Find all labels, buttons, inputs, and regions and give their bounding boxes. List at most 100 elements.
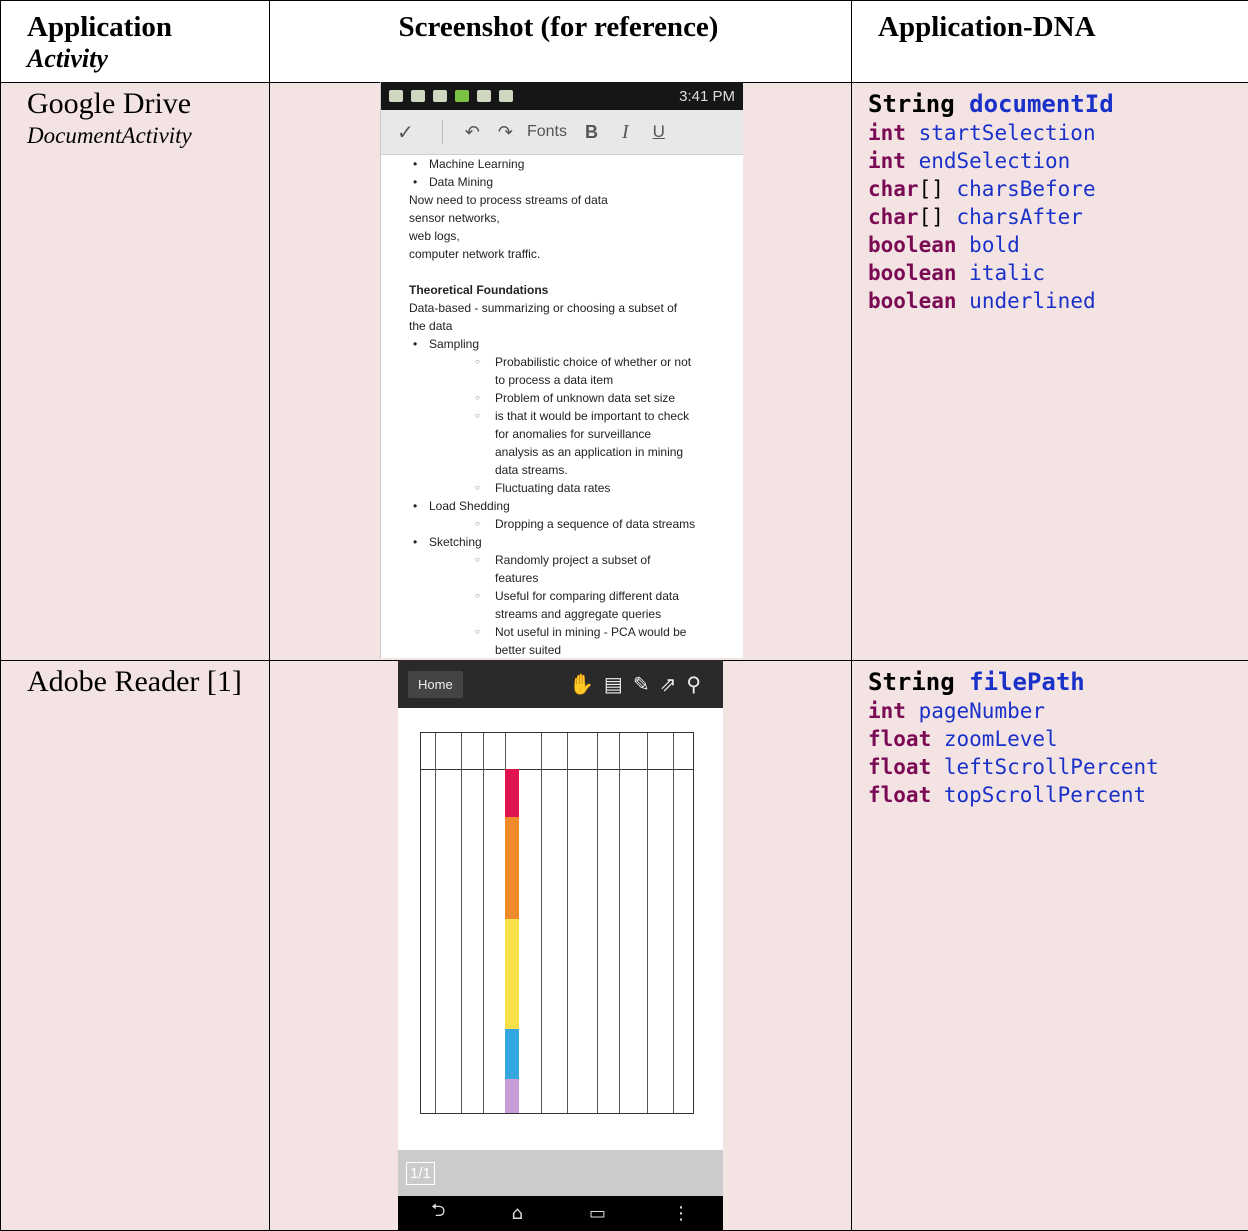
- dna-field-name: zoomLevel: [944, 727, 1058, 751]
- dna-field-suffix: [957, 289, 970, 313]
- header-application-title: Application: [27, 11, 172, 43]
- dna-cell: String documentIdint startSelectionint e…: [852, 83, 1248, 661]
- document-line: analysis as an application in mining: [409, 443, 743, 461]
- home-icon[interactable]: ⌂: [511, 1203, 522, 1224]
- dna-field-name: topScrollPercent: [944, 783, 1146, 807]
- document-line: web logs,: [409, 227, 743, 245]
- redo-icon[interactable]: ↷: [498, 122, 513, 143]
- document-line: Theoretical Foundations: [409, 281, 743, 299]
- document-line: streams and aggregate queries: [409, 605, 743, 623]
- dna-cell: String filePathint pageNumberfloat zoomL…: [852, 661, 1248, 1231]
- dna-list: String documentIdint startSelectionint e…: [852, 83, 1248, 315]
- dna-field: float zoomLevel: [868, 725, 1248, 753]
- italic-icon[interactable]: I: [622, 121, 629, 144]
- dna-field-type: boolean: [868, 289, 957, 313]
- dna-field-type: int: [868, 699, 906, 723]
- dna-field-type: boolean: [868, 261, 957, 285]
- google-drive-screenshot: 3:41 PM ✓ ↶ ↷ Fonts B I U Machine Learni…: [380, 82, 743, 658]
- status-bar: 3:41 PM: [381, 82, 743, 110]
- divider: [442, 120, 443, 144]
- dna-field: char[] charsBefore: [868, 175, 1248, 203]
- bag-icon: [499, 90, 513, 102]
- home-button[interactable]: Home: [408, 671, 463, 698]
- check-icon[interactable]: ✓: [397, 120, 414, 145]
- dna-head-id: documentId: [969, 90, 1114, 118]
- dna-field: float topScrollPercent: [868, 781, 1248, 809]
- dna-field-type: int: [868, 149, 906, 173]
- dna-field-type: int: [868, 121, 906, 145]
- silt-band: [505, 1029, 519, 1079]
- bold-icon[interactable]: B: [585, 122, 598, 143]
- header-screenshot: Screenshot (for reference): [270, 1, 852, 83]
- reading-mode-icon[interactable]: ▤: [604, 674, 633, 696]
- menu-icon[interactable]: ⋮: [672, 1203, 690, 1224]
- recents-icon[interactable]: ▭: [589, 1203, 606, 1224]
- document-line: Probabilistic choice of whether or not: [409, 353, 743, 371]
- header-application: Application Activity: [1, 1, 270, 83]
- document-body[interactable]: Machine LearningData MiningNow need to p…: [381, 155, 743, 658]
- reader-action-bar: Home ✋▤✎⇗⚲: [398, 660, 723, 708]
- dna-field-type: char: [868, 177, 919, 201]
- dna-field-name: startSelection: [919, 121, 1096, 145]
- clock: 3:41 PM: [679, 88, 735, 105]
- document-line: Data Mining: [409, 173, 743, 191]
- dna-field-name: leftScrollPercent: [944, 755, 1159, 779]
- document-line: for anomalies for surveillance: [409, 425, 743, 443]
- page-indicator[interactable]: 1/1: [406, 1162, 435, 1185]
- search-icon[interactable]: ⚲: [686, 674, 711, 696]
- activity-name: DocumentActivity: [1, 121, 269, 151]
- app-cell: Google Drive DocumentActivity: [1, 83, 270, 661]
- dna-field-name: charsAfter: [957, 205, 1083, 229]
- dna-head-type: String: [868, 90, 969, 118]
- fonts-button[interactable]: Fonts: [527, 123, 567, 141]
- document-line: Not useful in mining - PCA would be: [409, 623, 743, 641]
- toolbar-icons: ✋▤✎⇗⚲: [569, 672, 711, 697]
- document-line: better suited: [409, 641, 743, 658]
- document-line: Sketching: [409, 533, 743, 551]
- boulders-band: [505, 769, 519, 817]
- pebbles-band: [505, 817, 519, 919]
- document-line: Sampling: [409, 335, 743, 353]
- sand-band: [505, 919, 519, 1029]
- share-icon[interactable]: ⇗: [660, 674, 687, 696]
- chart-column-line: [619, 733, 620, 1113]
- notification-icon: [411, 90, 425, 102]
- hand-tool-icon[interactable]: ✋: [569, 674, 604, 696]
- dna-field-type: float: [868, 783, 931, 807]
- dna-field-type: float: [868, 727, 931, 751]
- chart-column-line: [567, 733, 568, 1113]
- back-icon[interactable]: ⮌: [431, 1198, 445, 1228]
- adobe-reader-screenshot: Home ✋▤✎⇗⚲ 1/1 ⮌ ⌂ ▭ ⋮: [398, 660, 723, 1230]
- dna-field: float leftScrollPercent: [868, 753, 1248, 781]
- page-indicator-bar: 1/1: [398, 1150, 723, 1196]
- underline-icon[interactable]: U: [653, 122, 665, 142]
- document-line: Now need to process streams of data: [409, 191, 743, 209]
- app-cell: Adobe Reader [1]: [1, 661, 270, 1231]
- dna-field-name: endSelection: [919, 149, 1071, 173]
- image-icon: [433, 90, 447, 102]
- document-line: Machine Learning: [409, 155, 743, 173]
- dna-field: int endSelection: [868, 147, 1248, 175]
- dna-field-suffix: [931, 727, 944, 751]
- undo-icon[interactable]: ↶: [465, 122, 480, 143]
- app-name: Google Drive: [1, 83, 269, 121]
- dna-field-name: italic: [969, 261, 1045, 285]
- document-line: Data-based - summarizing or choosing a s…: [409, 299, 743, 317]
- dna-field-suffix: []: [919, 177, 957, 201]
- dna-field-name: bold: [969, 233, 1020, 257]
- comment-icon[interactable]: ✎: [633, 674, 660, 696]
- dna-field-suffix: []: [919, 205, 957, 229]
- dna-field-suffix: [906, 149, 919, 173]
- dna-field: char[] charsAfter: [868, 203, 1248, 231]
- dna-field-suffix: [906, 121, 919, 145]
- header-application-dna: Application-DNA: [852, 1, 1248, 83]
- app-name: Adobe Reader [1]: [1, 661, 269, 699]
- dna-field: boolean underlined: [868, 287, 1248, 315]
- document-line: Randomly project a subset of: [409, 551, 743, 569]
- dna-head-type: String: [868, 668, 969, 696]
- dna-head-field: String filePath: [868, 667, 1248, 697]
- dna-field: int startSelection: [868, 119, 1248, 147]
- dna-field-suffix: [957, 233, 970, 257]
- chart-column-line: [647, 733, 648, 1113]
- table-header-row: Application Activity Screenshot (for ref…: [1, 1, 1248, 83]
